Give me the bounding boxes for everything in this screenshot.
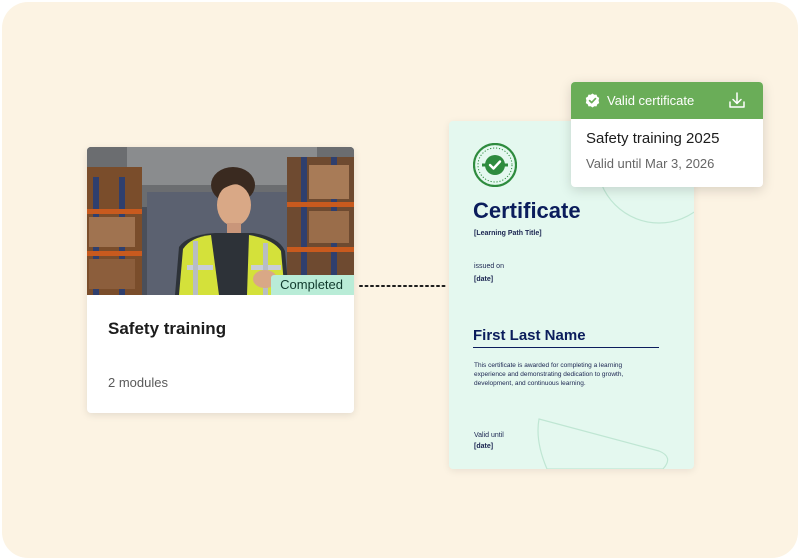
certificate-body-text: This certificate is awarded for completi… xyxy=(474,362,624,387)
completed-badge: Completed xyxy=(271,275,354,295)
popup-header: Valid certificate xyxy=(571,82,763,119)
recipient-name: First Last Name xyxy=(473,327,659,348)
course-module-count: 2 modules xyxy=(108,375,168,390)
course-title: Safety training xyxy=(108,319,227,338)
popup-course-title: Safety training 2025 xyxy=(586,130,720,147)
learning-path-title: [Learning Path Title] xyxy=(474,230,542,237)
download-icon[interactable] xyxy=(727,91,747,110)
certificate-heading: Certificate xyxy=(473,198,581,223)
course-photo xyxy=(87,147,354,295)
illustration-canvas: Completed Safety training 2 modules Cert… xyxy=(2,2,798,558)
valid-certificate-popup: Valid certificate Safety training 2025 V… xyxy=(571,82,763,187)
issued-date: [date] xyxy=(474,276,494,283)
issued-on-label: issued on xyxy=(474,263,504,270)
valid-until-label: Valid until xyxy=(474,432,504,439)
dotted-connector xyxy=(359,285,446,287)
valid-until-date: [date] xyxy=(474,443,494,450)
course-card[interactable]: Completed Safety training 2 modules xyxy=(87,147,354,413)
valid-certificate-label: Valid certificate xyxy=(607,93,695,108)
check-badge-icon xyxy=(585,93,600,108)
popup-valid-until: Valid until Mar 3, 2026 xyxy=(586,156,715,171)
certified-seal-icon xyxy=(473,143,517,187)
